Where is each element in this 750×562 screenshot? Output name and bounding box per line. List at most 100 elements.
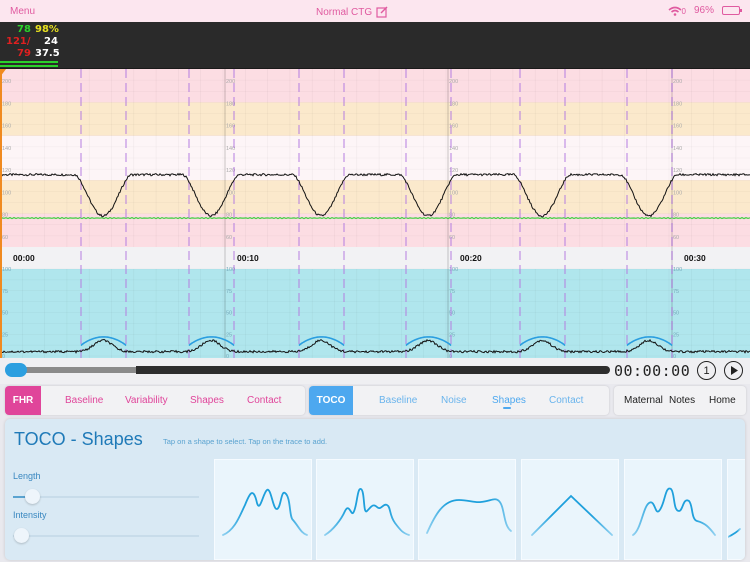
fhr-axis-label: 160 <box>2 124 11 130</box>
panel-hint: Tap on a shape to select. Tap on the tra… <box>163 437 328 446</box>
fhr-axis-label: 100 <box>449 190 458 196</box>
toco-axis-label: 50 <box>2 311 8 317</box>
document-title[interactable]: Normal CTG <box>316 6 388 18</box>
shape-plateau-icon <box>426 498 512 534</box>
fhr-tab-variability[interactable]: Variability <box>125 395 168 406</box>
maternal-hr-trace <box>0 216 750 220</box>
toco-axis-label: 50 <box>226 311 232 317</box>
bp-diastolic: 79 <box>17 48 31 59</box>
fhr-axis-label: 200 <box>2 79 11 85</box>
other-tab-group: Maternal Notes Home <box>614 386 746 415</box>
toco-axis-label: 75 <box>449 289 455 295</box>
fhr-axis-label: 180 <box>449 101 458 107</box>
shape-multi-peak-icon <box>222 489 308 536</box>
shape-triangle-icon <box>531 494 613 536</box>
scrubber-track[interactable] <box>136 366 610 374</box>
battery-icon <box>722 6 742 15</box>
playback-bar: 00:00:00 1 <box>0 358 750 384</box>
toco-shapes-panel: TOCO - Shapes Tap on a shape to select. … <box>5 419 745 560</box>
time-label: 00:20 <box>460 253 482 263</box>
speed-button[interactable]: 1 <box>697 361 716 380</box>
shape-irregular-peak-icon <box>324 488 410 536</box>
tab-maternal[interactable]: Maternal <box>624 395 663 406</box>
fhr-axis-label: 120 <box>449 168 458 174</box>
toco-tab-group: TOCO Baseline Noise Shapes Contact <box>309 386 609 415</box>
shape-card-triangle[interactable] <box>521 459 619 560</box>
toco-tab-baseline[interactable]: Baseline <box>379 395 417 406</box>
fhr-axis-label: 180 <box>2 101 11 107</box>
fhr-axis-label: 160 <box>449 124 458 130</box>
play-icon <box>730 366 738 375</box>
bp-systolic: 121/ <box>6 36 31 47</box>
fhr-axis-label: 200 <box>673 79 682 85</box>
toco-axis-label: 75 <box>673 289 679 295</box>
fhr-axis-label: 140 <box>673 146 682 152</box>
intensity-slider-thumb[interactable] <box>14 528 29 543</box>
scrubber-thumb[interactable] <box>5 363 27 377</box>
panel-title: TOCO - Shapes <box>14 429 143 449</box>
shape-card-multi-peak-tail[interactable] <box>624 459 722 560</box>
title-text: Normal CTG <box>316 6 373 18</box>
shape-card-irregular-peak[interactable] <box>316 459 414 560</box>
menu-button[interactable]: Menu <box>10 6 35 17</box>
toco-tab-noise[interactable]: Noise <box>441 395 467 406</box>
tab-home[interactable]: Home <box>709 395 736 406</box>
wifi-count: 0 <box>681 6 686 16</box>
shape-card-plateau[interactable] <box>418 459 516 560</box>
toco-tab-contact[interactable]: Contact <box>549 395 583 406</box>
temperature-value: 37.5 <box>35 48 60 59</box>
fhr-axis-label: 200 <box>449 79 458 85</box>
spo2-value: 98% <box>35 24 59 35</box>
edit-icon[interactable] <box>376 6 388 18</box>
toco-axis-label: 100 <box>449 267 458 273</box>
time-label: 00:30 <box>684 253 706 263</box>
fhr-tab-group: FHR Baseline Variability Shapes Contact <box>5 386 305 415</box>
ctg-trace-chart[interactable]: 2001801601401201008060100755025000:00200… <box>0 69 750 358</box>
fhr-axis-label: 100 <box>673 190 682 196</box>
shape-card-partial[interactable] <box>727 459 745 560</box>
shape-card-multi-peak[interactable] <box>214 459 312 560</box>
fhr-axis-label: 60 <box>226 235 232 241</box>
play-button[interactable] <box>724 361 743 380</box>
toco-tab[interactable]: TOCO <box>309 386 353 415</box>
fhr-axis-label: 120 <box>673 168 682 174</box>
playhead-line <box>0 69 2 358</box>
toco-axis-label: 75 <box>2 289 8 295</box>
fhr-axis-label: 160 <box>673 124 682 130</box>
toco-axis-label: 100 <box>673 267 682 273</box>
length-slider-thumb[interactable] <box>24 489 40 504</box>
fhr-axis-label: 140 <box>2 146 11 152</box>
time-label: 00:00 <box>13 253 35 263</box>
fhr-tab[interactable]: FHR <box>5 386 41 415</box>
time-label: 00:10 <box>237 253 259 263</box>
toco-axis-label: 25 <box>673 332 679 338</box>
fhr-tab-baseline[interactable]: Baseline <box>65 395 103 406</box>
fhr-axis-label: 60 <box>673 235 679 241</box>
length-slider-track[interactable] <box>13 496 199 498</box>
fhr-tab-shapes[interactable]: Shapes <box>190 395 224 406</box>
toco-axis-label: 25 <box>2 332 8 338</box>
wifi-icon <box>668 6 682 16</box>
time-strip <box>0 247 750 269</box>
fhr-axis-label: 180 <box>673 101 682 107</box>
fhr-tab-contact[interactable]: Contact <box>247 395 281 406</box>
vitals-indicator-line <box>0 61 58 63</box>
shape-multi-peak-tail-icon <box>632 487 716 536</box>
speed-label: 1 <box>703 364 710 377</box>
vitals-indicator-line <box>0 65 58 67</box>
toco-axis-label: 75 <box>226 289 232 295</box>
tab-notes[interactable]: Notes <box>669 395 695 406</box>
battery-percent: 96% <box>693 5 714 16</box>
toco-tab-shapes[interactable]: Shapes <box>492 395 526 406</box>
resp-rate: 24 <box>44 36 58 47</box>
fhr-axis-label: 100 <box>2 190 11 196</box>
toco-axis-label: 25 <box>226 332 232 338</box>
intensity-label: Intensity <box>13 510 47 520</box>
intensity-slider-track[interactable] <box>13 535 199 537</box>
toco-axis-label: 50 <box>449 311 455 317</box>
wifi-indicator: 0 <box>668 6 686 16</box>
toco-axis-label: 50 <box>673 311 679 317</box>
fhr-value: 78 <box>17 24 31 35</box>
toco-axis-label: 25 <box>449 332 455 338</box>
vitals-panel[interactable]: 78 98% 121/ 24 79 37.5 <box>0 22 750 69</box>
